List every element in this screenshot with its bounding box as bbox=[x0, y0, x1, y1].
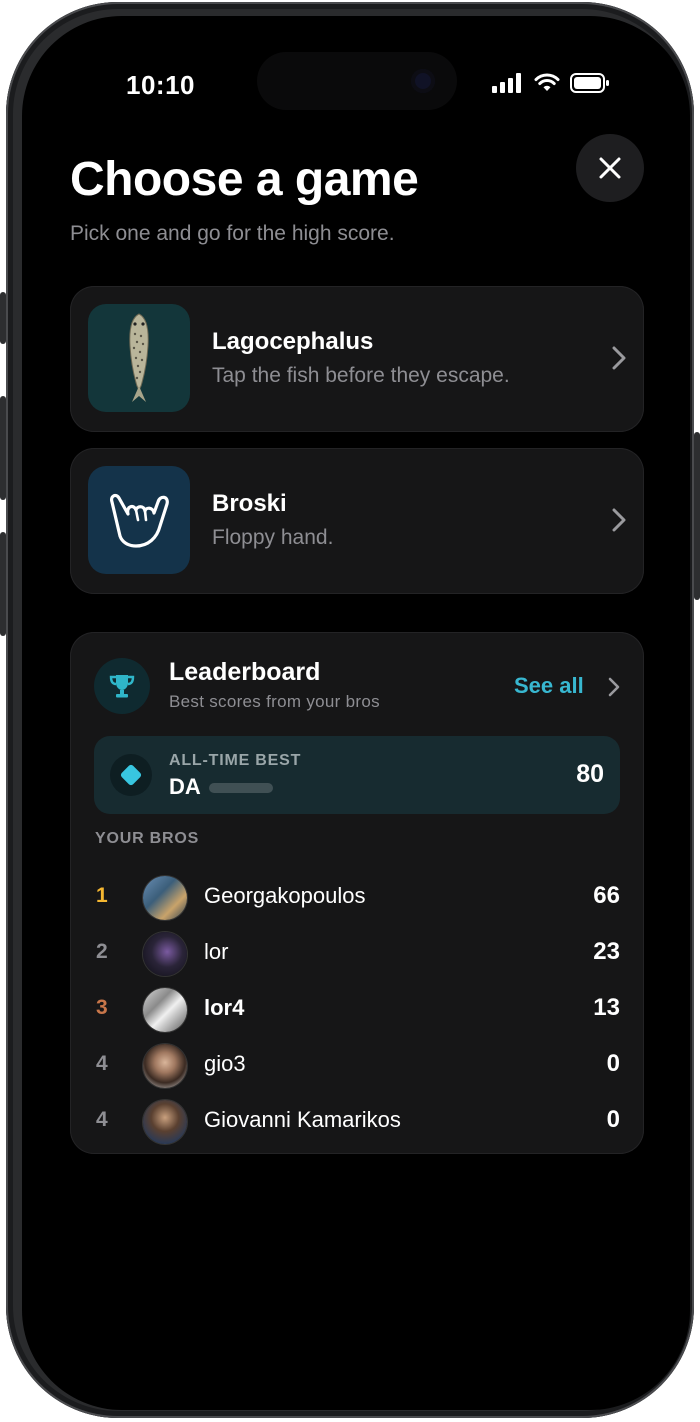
avatar bbox=[143, 876, 187, 920]
dynamic-island bbox=[257, 52, 457, 110]
rank: 4 bbox=[96, 1052, 108, 1075]
player-name: gio3 bbox=[204, 1051, 246, 1076]
game-description: Tap the fish before they escape. bbox=[212, 364, 510, 387]
avatar bbox=[143, 988, 187, 1032]
game-name: Broski bbox=[212, 490, 287, 517]
leaderboard-row[interactable]: 2 lor 23 bbox=[70, 926, 644, 982]
player-name: lor bbox=[204, 939, 229, 964]
avatar bbox=[143, 1044, 187, 1088]
avatar bbox=[143, 1100, 187, 1144]
leaderboard-row[interactable]: 1 Georgakopoulos 66 bbox=[70, 870, 644, 926]
redacted-name bbox=[208, 783, 273, 793]
game-card-lagocephalus[interactable]: Lagocephalus Tap the fish before they es… bbox=[70, 286, 644, 432]
player-score: 23 bbox=[593, 938, 620, 965]
leaderboard-title: Leaderboard bbox=[169, 658, 321, 686]
player-score: 0 bbox=[606, 1106, 620, 1133]
all-time-best-name: DA bbox=[169, 774, 273, 800]
rank: 3 bbox=[96, 996, 108, 1019]
leaderboard-card: Leaderboard Best scores from your bros S… bbox=[70, 632, 644, 1154]
leaderboard-row[interactable]: 4 Giovanni Kamarikos 0 bbox=[70, 1094, 644, 1150]
screen: 10:10 Choose a game Pick one and go for … bbox=[22, 16, 690, 1410]
player-name: Georgakopoulos bbox=[204, 883, 366, 908]
trophy-icon bbox=[94, 658, 150, 714]
chevron-right-icon bbox=[612, 508, 626, 532]
power-button bbox=[694, 432, 700, 600]
game-description: Floppy hand. bbox=[212, 526, 334, 549]
game-thumbnail bbox=[88, 466, 190, 574]
all-time-best-score: 80 bbox=[576, 760, 604, 788]
chevron-right-icon bbox=[612, 346, 626, 370]
pufferfish-icon bbox=[129, 313, 149, 402]
player-score: 13 bbox=[593, 994, 620, 1021]
player-name: Giovanni Kamarikos bbox=[204, 1107, 401, 1132]
phone-frame: 10:10 Choose a game Pick one and go for … bbox=[0, 2, 700, 1418]
leaderboard-subtitle: Best scores from your bros bbox=[169, 692, 380, 711]
all-time-best-panel: ALL-TIME BEST DA 80 bbox=[94, 736, 620, 814]
wifi-icon bbox=[534, 73, 560, 91]
diamond-icon bbox=[110, 754, 152, 796]
cellular-signal-icon bbox=[492, 73, 521, 93]
rank: 1 bbox=[96, 884, 108, 907]
player-score: 66 bbox=[593, 882, 620, 909]
page-subtitle: Pick one and go for the high score. bbox=[70, 222, 395, 245]
status-time: 10:10 bbox=[126, 70, 195, 100]
action-button bbox=[0, 292, 6, 344]
your-bros-label: YOUR BROS bbox=[95, 830, 200, 847]
battery-icon bbox=[570, 73, 609, 93]
volume-down-button bbox=[0, 532, 6, 636]
see-all-link[interactable]: See all bbox=[514, 673, 584, 699]
shaka-hand-icon bbox=[110, 493, 169, 548]
rank: 2 bbox=[96, 940, 108, 963]
chevron-right-icon[interactable] bbox=[608, 677, 620, 697]
camera-icon bbox=[411, 69, 435, 93]
page-title: Choose a game bbox=[70, 153, 419, 206]
avatar bbox=[143, 932, 187, 976]
game-name: Lagocephalus bbox=[212, 328, 374, 355]
player-name: lor4 bbox=[204, 995, 245, 1020]
player-score: 0 bbox=[606, 1050, 620, 1077]
status-icons bbox=[492, 73, 610, 93]
game-thumbnail bbox=[88, 304, 190, 412]
close-button[interactable] bbox=[576, 134, 644, 202]
leaderboard-row[interactable]: 3 lor4 13 bbox=[70, 982, 644, 1038]
rank: 4 bbox=[96, 1108, 108, 1131]
leaderboard-row[interactable]: 4 gio3 0 bbox=[70, 1038, 644, 1094]
game-card-broski[interactable]: Broski Floppy hand. bbox=[70, 448, 644, 594]
all-time-best-player: DA bbox=[169, 774, 201, 799]
volume-up-button bbox=[0, 396, 6, 500]
close-icon bbox=[599, 157, 621, 179]
all-time-best-label: ALL-TIME BEST bbox=[169, 752, 302, 769]
